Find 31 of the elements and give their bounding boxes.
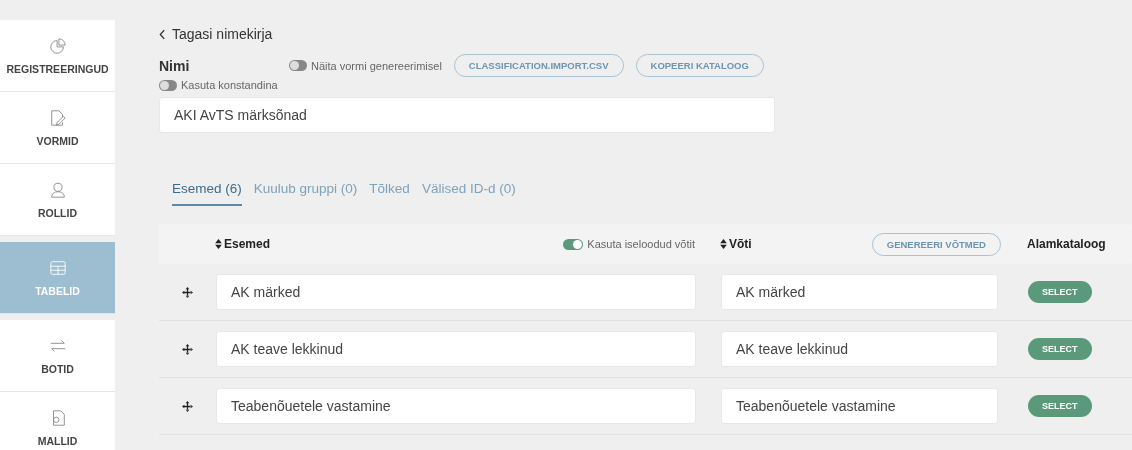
key-input-field[interactable]: AK teave lekkinud [721, 331, 998, 367]
tab[interactable]: Esemed (6) [172, 181, 242, 206]
sidebar-item[interactable]: VORMID [0, 92, 115, 164]
toggle-switch[interactable]: Kasuta iseloodud võtit [563, 238, 695, 250]
move-handle-icon[interactable] [182, 400, 193, 412]
item-input-field[interactable]: AK märked [216, 274, 696, 310]
back-link[interactable]: Tagasi nimekirja [159, 26, 273, 42]
key-input-field[interactable]: Teabenõuetele vastamine [721, 388, 998, 424]
toggle-switch[interactable]: Kasuta konstandina [159, 79, 278, 91]
name-input-field[interactable]: AKI AvTS märksõnad [159, 97, 775, 133]
sort-icon [215, 239, 222, 249]
document-pen-icon [48, 108, 67, 127]
column-header: Alamkataloog [1027, 237, 1106, 251]
table-icon [48, 258, 67, 277]
sidebar-item[interactable]: BOTID [0, 320, 115, 392]
key-input-field[interactable]: AK märked [721, 274, 998, 310]
chevron-left-icon [159, 28, 166, 40]
item-input-field[interactable]: AK teave lekkinud [216, 331, 696, 367]
pie-chart-icon [48, 36, 67, 55]
toggle-switch[interactable]: Näita vormi genereerimisel [289, 59, 442, 72]
user-icon [48, 180, 67, 199]
item-input-field[interactable]: Teabenõuetele vastamine [216, 388, 696, 424]
column-header[interactable]: Võti [720, 237, 752, 251]
sidebar-item[interactable]: ROLLID [0, 164, 115, 236]
sort-icon [720, 239, 727, 249]
field-label: Nimi [159, 57, 191, 74]
sidebar-item[interactable]: MALLID [0, 392, 115, 450]
move-handle-icon[interactable] [182, 286, 193, 298]
column-header[interactable]: Esemed [215, 237, 271, 251]
move-handle-icon[interactable] [182, 343, 193, 355]
sidebar-item[interactable]: REGISTREERINGUD [0, 20, 115, 92]
